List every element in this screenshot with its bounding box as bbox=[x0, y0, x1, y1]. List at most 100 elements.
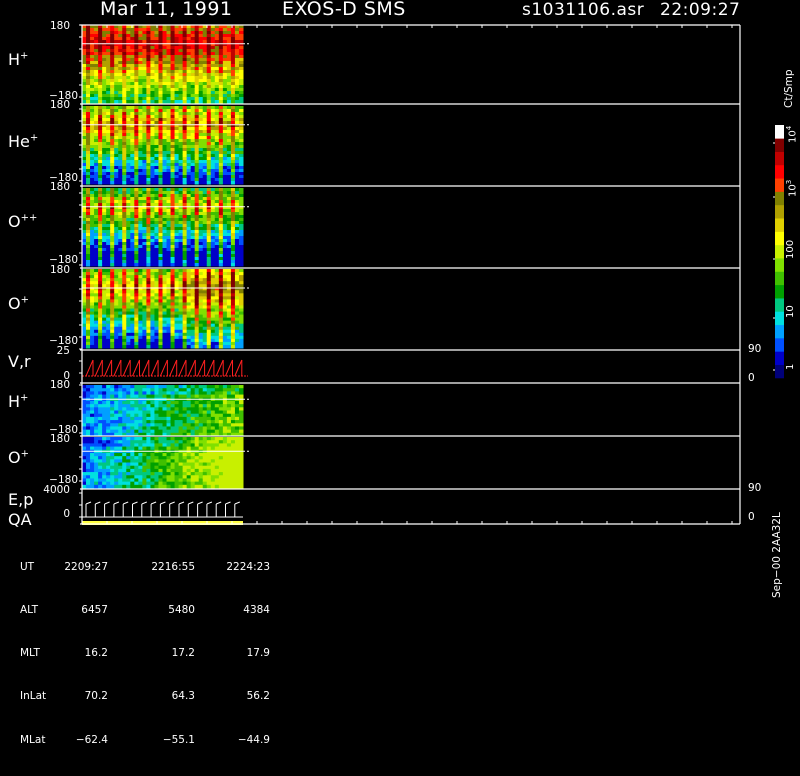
spectrogram-cell bbox=[110, 224, 115, 228]
spectrogram-cell bbox=[158, 197, 163, 201]
spectrogram-cell bbox=[98, 221, 103, 225]
spectrogram-cell bbox=[231, 302, 236, 306]
spectrogram-cell bbox=[138, 61, 143, 65]
spectrogram-cell bbox=[98, 76, 103, 80]
spectrogram-cell bbox=[175, 203, 180, 207]
spectrogram-cell bbox=[98, 420, 103, 424]
spectrogram-cell bbox=[102, 221, 107, 225]
spectrogram-cell bbox=[231, 333, 236, 337]
spectrogram-cell bbox=[94, 145, 99, 149]
spectrogram-cell bbox=[171, 209, 176, 213]
spectrogram-cell bbox=[138, 106, 143, 110]
spectrogram-cell bbox=[215, 209, 220, 213]
spectrogram-cell bbox=[138, 269, 143, 273]
spectrogram-cell bbox=[90, 437, 95, 441]
spectrogram-cell bbox=[90, 315, 95, 319]
spectrogram-cell bbox=[183, 321, 188, 325]
spectrogram-cell bbox=[187, 88, 192, 92]
spectrogram-cell bbox=[239, 49, 244, 53]
spectrogram-cell bbox=[82, 248, 87, 252]
spectrogram-cell bbox=[82, 197, 87, 201]
spectrogram-cell bbox=[110, 197, 115, 201]
spectrogram-cell bbox=[122, 175, 127, 179]
spectrogram-cell bbox=[154, 130, 159, 134]
spectrogram-cell bbox=[94, 330, 99, 334]
spectrogram-cell bbox=[223, 242, 228, 246]
spectrogram-cell bbox=[130, 94, 135, 98]
spectrogram-cell bbox=[142, 327, 147, 331]
spectrogram-cell bbox=[130, 299, 135, 303]
spectrogram-cell bbox=[86, 281, 91, 285]
spectrogram-cell bbox=[227, 151, 232, 155]
spectrogram-cell bbox=[110, 136, 115, 140]
spectrogram-cell bbox=[235, 336, 240, 340]
spectrogram-cell bbox=[142, 115, 147, 119]
spectrogram-cell bbox=[227, 133, 232, 137]
spectrogram-cell bbox=[207, 82, 212, 86]
spectrogram-cell bbox=[114, 130, 119, 134]
spectrogram-cell bbox=[142, 305, 147, 309]
spectrogram-cell bbox=[207, 233, 212, 237]
spectrogram-cell bbox=[175, 200, 180, 204]
spectrogram-cell bbox=[146, 227, 151, 231]
spectrogram-cell bbox=[106, 242, 111, 246]
spectrogram-cell bbox=[171, 269, 176, 273]
spectrogram-cell bbox=[211, 31, 216, 35]
spectrogram-cell bbox=[215, 61, 220, 65]
spectrogram-cell bbox=[90, 242, 95, 246]
spectrogram-cell bbox=[126, 61, 131, 65]
spectrogram-cell bbox=[94, 275, 99, 279]
spectrogram-cell bbox=[134, 106, 139, 110]
spectrogram-cell bbox=[102, 309, 107, 313]
spectrogram-cell bbox=[231, 426, 236, 430]
spectrogram-cell bbox=[231, 417, 236, 421]
spectrogram-cell bbox=[171, 420, 176, 424]
spectrogram-cell bbox=[235, 139, 240, 143]
spectrogram-cell bbox=[239, 109, 244, 113]
spectrogram-cell bbox=[171, 121, 176, 125]
spectrogram-cell bbox=[154, 251, 159, 255]
spectrogram-cell bbox=[211, 37, 216, 41]
spectrogram-cell bbox=[94, 46, 99, 50]
spectrogram-cell bbox=[154, 385, 159, 389]
spectrogram-cell bbox=[118, 112, 123, 116]
spectrogram-cell bbox=[150, 227, 155, 231]
spectrogram-cell bbox=[114, 200, 119, 204]
spectrogram-cell bbox=[199, 299, 204, 303]
spectrogram-cell bbox=[82, 459, 87, 463]
spectrogram-cell bbox=[171, 278, 176, 282]
spectrogram-cell bbox=[219, 136, 224, 140]
spectrogram-cell bbox=[207, 257, 212, 261]
spectrogram-cell bbox=[158, 154, 163, 158]
spectrogram-cell bbox=[86, 324, 91, 328]
spectrogram-cell bbox=[235, 321, 240, 325]
spectrogram-cell bbox=[191, 260, 196, 264]
spectrogram-cell bbox=[110, 315, 115, 319]
spectrogram-cell bbox=[203, 172, 208, 176]
spectrogram-cell bbox=[90, 385, 95, 389]
spectrogram-cell bbox=[175, 242, 180, 246]
spectrogram-cell bbox=[126, 233, 131, 237]
spectrogram-cell bbox=[207, 414, 212, 418]
spectrogram-cell bbox=[106, 121, 111, 125]
spectrogram-cell bbox=[150, 254, 155, 258]
spectrogram-cell bbox=[110, 411, 115, 415]
spectrogram-cell bbox=[175, 175, 180, 179]
spectrogram-cell bbox=[191, 70, 196, 74]
spectrogram-cell bbox=[203, 281, 208, 285]
spectrogram-cell bbox=[106, 475, 111, 479]
spectrogram-cell bbox=[82, 191, 87, 195]
spectrogram-cell bbox=[134, 37, 139, 41]
spectrogram-cell bbox=[138, 315, 143, 319]
spectrogram-cell bbox=[175, 142, 180, 146]
spectrogram-cell bbox=[98, 67, 103, 71]
spectrogram-cell bbox=[134, 342, 139, 346]
spectrogram-cell bbox=[239, 130, 244, 134]
spectrogram-cell bbox=[219, 79, 224, 83]
spectrogram-cell bbox=[163, 215, 168, 219]
spectrogram-cell bbox=[150, 70, 155, 74]
spectrogram-cell bbox=[211, 299, 216, 303]
spectrogram-cell bbox=[207, 345, 212, 349]
spectrogram-cell bbox=[207, 417, 212, 421]
spectrogram-cell bbox=[146, 260, 151, 264]
